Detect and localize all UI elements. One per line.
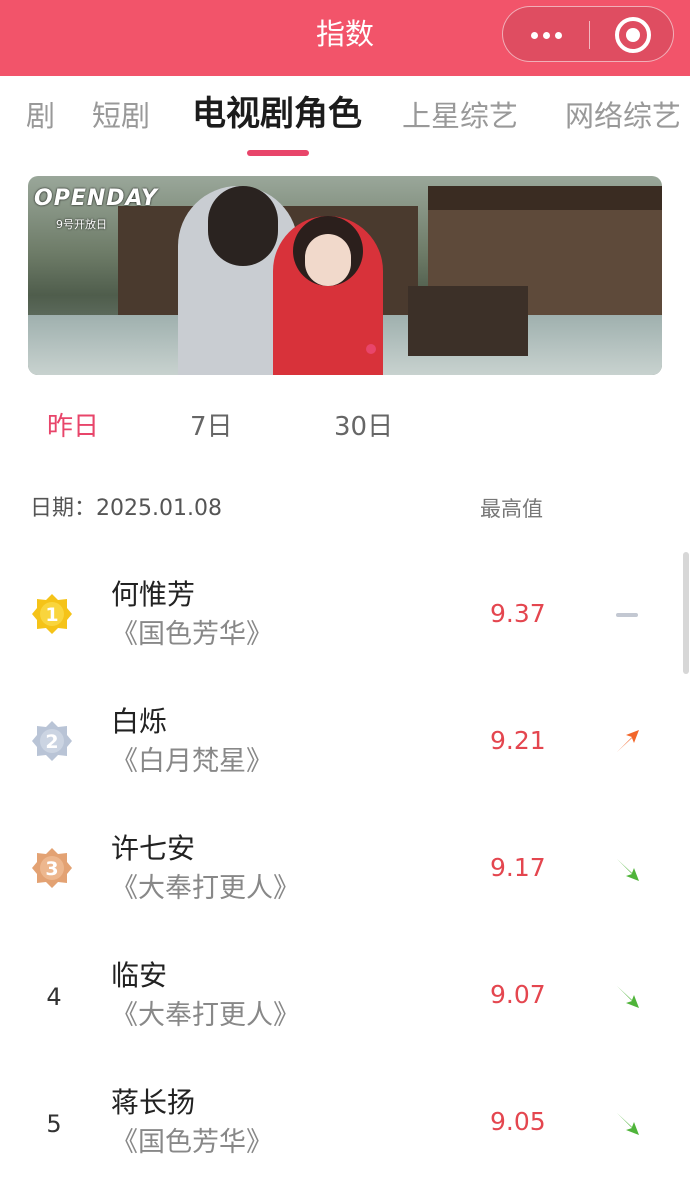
- index-score: 9.07: [490, 980, 546, 1009]
- index-score: 9.17: [490, 853, 546, 882]
- tab-short-drama[interactable]: 短剧: [92, 96, 150, 136]
- target-circle-icon[interactable]: [615, 17, 651, 53]
- bronze-medal-icon: 3: [30, 846, 74, 890]
- svg-text:1: 1: [45, 604, 58, 626]
- show-title: 《白月梵星》: [111, 746, 273, 777]
- tab-satellite-variety[interactable]: 上星综艺: [402, 96, 518, 136]
- svg-text:2: 2: [45, 731, 58, 753]
- show-title: 《大奉打更人》: [111, 873, 300, 904]
- character-name: 蒋长扬: [111, 1086, 196, 1119]
- ranking-row[interactable]: 1 何惟芳 《国色芳华》 9.37: [0, 550, 690, 677]
- trend-up-icon: [612, 727, 642, 757]
- ranking-row[interactable]: 3 许七安 《大奉打更人》 9.17: [0, 804, 690, 931]
- show-title: 《国色芳华》: [111, 619, 273, 650]
- banner-boat: [408, 286, 528, 356]
- rank-number: 5: [46, 1110, 62, 1138]
- capsule-divider: [589, 21, 590, 49]
- period-7-days[interactable]: 7日: [190, 410, 233, 444]
- date-value: 2025.01.08: [96, 496, 222, 521]
- trend-down-icon: [612, 854, 642, 884]
- character-name: 临安: [111, 959, 168, 992]
- top-bar: 指数: [0, 0, 690, 76]
- max-value-header: 最高值: [480, 497, 543, 521]
- character-name: 何惟芳: [111, 578, 196, 611]
- banner-logo: OPENDAY: [34, 186, 158, 211]
- silver-medal-icon: 2: [30, 719, 74, 763]
- tab-web-variety[interactable]: 网络综艺: [565, 96, 681, 136]
- show-title: 《国色芳华》: [111, 1127, 273, 1158]
- date-label: 日期：: [30, 496, 97, 521]
- tab-tv-character[interactable]: 电视剧角色: [192, 94, 362, 134]
- index-score: 9.21: [490, 726, 546, 755]
- ranking-row[interactable]: 4 临安 《大奉打更人》 9.07: [0, 931, 690, 1058]
- trend-down-icon: [612, 1108, 642, 1138]
- character-name: 许七安: [111, 832, 196, 865]
- promo-banner[interactable]: OPENDAY 9号开放日: [28, 176, 662, 375]
- character-name: 白烁: [111, 705, 168, 738]
- svg-text:3: 3: [45, 858, 58, 880]
- ranking-row[interactable]: 2 白烁 《白月梵星》 9.21: [0, 677, 690, 804]
- trend-down-icon: [612, 981, 642, 1011]
- ranking-row[interactable]: 5 蒋长扬 《国色芳华》 9.05: [0, 1058, 690, 1185]
- banner-page-dot[interactable]: [366, 344, 376, 354]
- period-30-days[interactable]: 30日: [334, 410, 393, 444]
- banner-subtitle: 9号开放日: [56, 218, 107, 231]
- tab-ju[interactable]: 剧: [26, 96, 55, 136]
- tab-indicator: [247, 150, 309, 156]
- gold-medal-icon: 1: [30, 592, 74, 636]
- date-row: 日期：2025.01.08: [30, 494, 222, 524]
- index-score: 9.05: [490, 1107, 546, 1136]
- category-tabs: 剧 短剧 电视剧角色 上星综艺 网络综艺: [0, 76, 690, 166]
- index-score: 9.37: [490, 599, 546, 628]
- trend-flat-icon: [612, 600, 642, 630]
- rank-number: 4: [46, 983, 62, 1011]
- show-title: 《大奉打更人》: [111, 1000, 300, 1031]
- more-dots-icon[interactable]: [503, 7, 589, 61]
- mini-program-capsule: [502, 6, 674, 62]
- period-yesterday[interactable]: 昨日: [47, 410, 99, 444]
